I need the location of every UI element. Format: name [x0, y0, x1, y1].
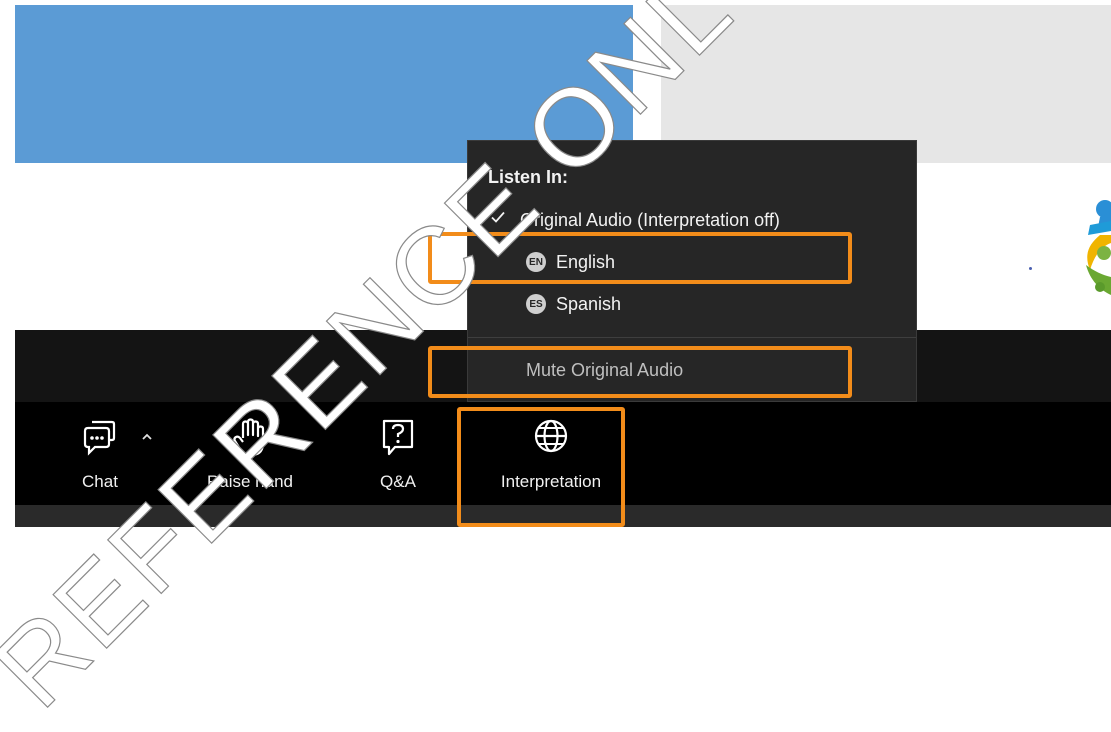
- menu-item-spanish[interactable]: ES Spanish: [468, 283, 916, 325]
- qa-button[interactable]: Q&A: [363, 402, 433, 505]
- chat-icon: [83, 420, 116, 456]
- video-dot: [1029, 267, 1032, 270]
- raise-hand-button[interactable]: Raise hand: [195, 402, 305, 505]
- hand-icon: [233, 418, 265, 457]
- highlight-interpretation: [457, 407, 625, 527]
- menu-divider: [468, 337, 916, 338]
- chevron-up-icon[interactable]: [140, 430, 154, 444]
- qa-label: Q&A: [380, 472, 416, 491]
- highlight-english: [428, 232, 852, 284]
- chat-button[interactable]: Chat: [60, 402, 140, 505]
- checkmark-icon: [491, 211, 505, 223]
- menu-item-label: Original Audio (Interpretation off): [520, 209, 780, 230]
- menu-title: Listen In:: [488, 167, 568, 187]
- chat-label: Chat: [82, 472, 118, 491]
- menu-item-label: Spanish: [556, 293, 622, 314]
- raise-hand-label: Raise hand: [206, 472, 293, 491]
- qa-icon: [382, 419, 414, 456]
- language-badge-es-icon: ES: [526, 294, 546, 314]
- partner-logo-icon: [1086, 200, 1111, 295]
- highlight-mute: [428, 346, 852, 398]
